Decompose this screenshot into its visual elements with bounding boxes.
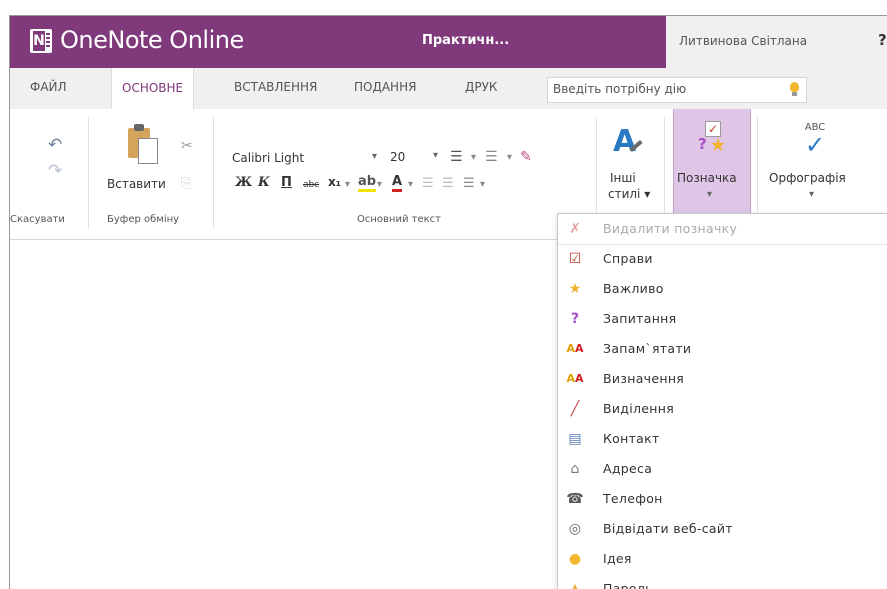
font-color-button[interactable]: A <box>392 175 403 192</box>
contact-icon: ▤ <box>568 431 582 447</box>
menu-item-todo[interactable]: ☑ Справи <box>558 244 887 274</box>
globe-icon: ◎ <box>568 521 582 537</box>
tab-home[interactable]: ОСНОВНЕ <box>111 68 195 109</box>
remember-icon: AA <box>566 342 584 355</box>
tab-insert[interactable]: ВСТАВЛЕННЯ <box>234 80 317 94</box>
title-bar: N OneNote Online Практичн... Литвинова С… <box>10 16 887 68</box>
chevron-down-icon[interactable]: ▾ <box>507 152 512 163</box>
highlight-icon: ╱ <box>570 401 580 417</box>
menu-item-remember[interactable]: AA Запам`ятати <box>558 334 887 364</box>
chevron-down-icon[interactable]: ▾ <box>408 179 413 190</box>
styles-icon[interactable]: A <box>613 124 643 159</box>
redo-icon[interactable]: ↷ <box>48 163 62 180</box>
paste-button[interactable]: Вставити <box>107 177 166 191</box>
menu-item-website[interactable]: ◎ Відвідати веб-сайт <box>558 514 887 544</box>
menu-item-remove-tag[interactable]: ✗ Видалити позначку <box>558 214 887 244</box>
menu-item-question[interactable]: ? Запитання <box>558 304 887 334</box>
document-title[interactable]: Практичн... <box>422 33 509 48</box>
paste-icon[interactable] <box>122 122 162 168</box>
tag-dropdown-menu: ✗ Видалити позначку ☑ Справи ★ Важливо ?… <box>557 213 887 589</box>
lightbulb-icon <box>790 82 799 96</box>
styles-label-2[interactable]: стилі ▾ <box>608 187 650 201</box>
user-name[interactable]: Литвинова Світлана <box>679 34 807 48</box>
basic-text-group-label: Основний текст <box>357 214 441 225</box>
remove-tag-icon: ✗ <box>569 221 581 237</box>
menu-item-important[interactable]: ★ Важливо <box>558 274 887 304</box>
align-icon[interactable]: ☰ <box>463 176 475 191</box>
app-name: OneNote Online <box>60 26 244 54</box>
chevron-down-icon[interactable]: ▾ <box>471 152 476 163</box>
group-separator <box>88 117 89 229</box>
tag-icon: ✓? ★ <box>698 121 727 156</box>
menu-item-password[interactable]: ▲ Пароль <box>558 574 887 589</box>
italic-button[interactable]: К <box>258 175 270 190</box>
help-icon[interactable]: ? <box>878 31 887 49</box>
chevron-down-icon: ▾ <box>371 151 377 162</box>
numbering-icon[interactable]: ☰ <box>485 149 498 165</box>
underline-button[interactable]: П <box>281 175 292 190</box>
font-size-value: 20 <box>390 150 406 164</box>
star-icon: ★ <box>568 281 582 297</box>
chevron-down-icon[interactable]: ▾ <box>377 179 382 190</box>
onenote-logo-icon: N <box>30 29 52 53</box>
tab-view[interactable]: ПОДАННЯ <box>354 80 416 94</box>
chevron-down-icon[interactable]: ▾ <box>707 189 712 200</box>
tell-me-placeholder: Введіть потрібну дію <box>553 82 687 96</box>
cut-icon[interactable]: ✂ <box>181 139 193 153</box>
copy-icon[interactable]: ⎘ <box>181 177 191 190</box>
tag-label[interactable]: Позначка <box>677 171 737 185</box>
question-icon: ? <box>570 311 580 327</box>
spelling-icon[interactable]: ABC ✓ <box>793 122 837 157</box>
bullets-icon[interactable]: ☰ <box>450 149 463 165</box>
increase-indent-icon[interactable]: ☰ <box>442 176 454 191</box>
ribbon-tabs: ФАЙЛ ОСНОВНЕ ВСТАВЛЕННЯ ПОДАННЯ ДРУК Вве… <box>10 68 887 109</box>
font-name-select[interactable]: Calibri Light ▾ <box>228 147 382 171</box>
clipboard-group-label: Буфер обміну <box>107 214 180 225</box>
chevron-down-icon: ▾ <box>432 150 438 161</box>
group-separator <box>213 117 214 229</box>
lightbulb-icon: ● <box>568 551 582 567</box>
menu-item-definition[interactable]: AA Визначення <box>558 364 887 394</box>
highlight-color-button[interactable]: ab <box>358 175 377 192</box>
checkbox-icon: ☑ <box>568 251 582 267</box>
menu-item-idea[interactable]: ● Ідея <box>558 544 887 574</box>
home-icon: ⌂ <box>570 461 580 477</box>
font-size-select[interactable]: 20 ▾ <box>386 147 440 169</box>
menu-item-address[interactable]: ⌂ Адреса <box>558 454 887 484</box>
bold-button[interactable]: Ж <box>235 175 252 190</box>
subscript-button[interactable]: x₁ <box>328 175 341 189</box>
chevron-down-icon[interactable]: ▾ <box>809 189 814 200</box>
chevron-down-icon[interactable]: ▾ <box>345 179 350 190</box>
phone-icon: ☎ <box>566 491 584 507</box>
styles-label-1[interactable]: Інші <box>610 171 636 185</box>
menu-item-contact[interactable]: ▤ Контакт <box>558 424 887 454</box>
definition-icon: AA <box>566 372 584 385</box>
user-area: Литвинова Світлана ? <box>666 16 887 68</box>
menu-item-highlight[interactable]: ╱ Виділення <box>558 394 887 424</box>
font-name-value: Calibri Light <box>232 151 305 165</box>
strikethrough-button[interactable]: abc <box>303 180 319 190</box>
spelling-label[interactable]: Орфографія <box>769 171 846 185</box>
tell-me-box[interactable]: Введіть потрібну дію <box>547 77 807 103</box>
menu-item-phone[interactable]: ☎ Телефон <box>558 484 887 514</box>
tab-print[interactable]: ДРУК <box>465 80 497 94</box>
undo-icon[interactable]: ↶ <box>48 137 62 154</box>
decrease-indent-icon[interactable]: ☰ <box>422 176 434 191</box>
tab-file[interactable]: ФАЙЛ <box>30 80 67 94</box>
chevron-down-icon[interactable]: ▾ <box>480 179 485 190</box>
onenote-window: N OneNote Online Практичн... Литвинова С… <box>9 15 887 589</box>
clear-format-icon[interactable]: ✎ <box>520 149 532 165</box>
undo-group-label: Скасувати <box>10 214 65 225</box>
